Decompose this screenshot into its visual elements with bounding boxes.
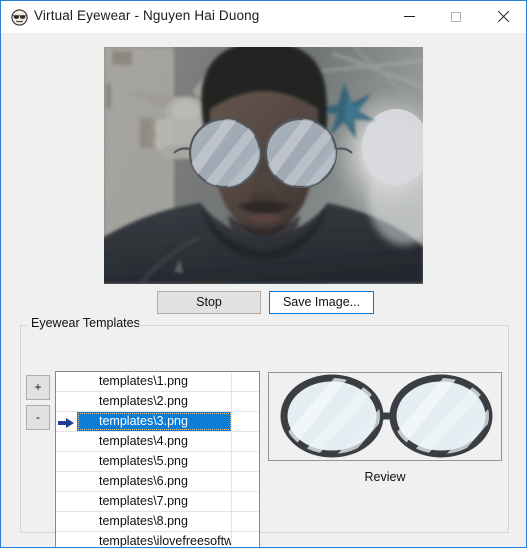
table-row[interactable]: templates\2.png	[56, 392, 259, 412]
row-spacer-cell	[232, 472, 259, 491]
row-spacer-cell	[232, 452, 259, 471]
webcam-frame	[104, 47, 423, 284]
save-image-button[interactable]: Save Image...	[269, 291, 374, 314]
row-spacer-cell	[232, 392, 259, 411]
window-title: Virtual Eyewear - Nguyen Hai Duong	[34, 8, 260, 23]
title-bar: Virtual Eyewear - Nguyen Hai Duong	[1, 1, 526, 34]
template-name-cell[interactable]: templates\5.png	[77, 452, 232, 471]
row-header[interactable]	[56, 452, 77, 471]
table-row[interactable]: templates\ilovefreesoftware...	[56, 532, 259, 547]
row-header[interactable]	[56, 532, 77, 547]
template-name-cell[interactable]: templates\2.png	[77, 392, 232, 411]
row-spacer-cell	[232, 372, 259, 391]
table-row[interactable]: templates\8.png	[56, 512, 259, 532]
template-name-cell[interactable]: templates\7.png	[77, 492, 232, 511]
current-row-arrow-icon	[57, 416, 75, 428]
review-label: Review	[364, 470, 406, 484]
table-row[interactable]: templates\6.png	[56, 472, 259, 492]
remove-template-button[interactable]: -	[26, 405, 50, 430]
table-row[interactable]: templates\7.png	[56, 492, 259, 512]
template-name-cell[interactable]: templates\1.png	[77, 372, 232, 391]
templates-grid[interactable]: templates\1.png templates\2.png template…	[55, 371, 260, 547]
eyewear-template-image	[269, 373, 501, 460]
app-window: Virtual Eyewear - Nguyen Hai Duong Stop …	[0, 0, 527, 548]
row-header[interactable]	[56, 372, 77, 391]
row-header[interactable]	[56, 492, 77, 511]
table-row-selected[interactable]: templates\3.png	[56, 412, 259, 432]
row-header[interactable]	[56, 412, 77, 431]
row-spacer-cell	[232, 492, 259, 511]
row-header[interactable]	[56, 512, 77, 531]
row-header[interactable]	[56, 392, 77, 411]
add-template-button[interactable]: +	[26, 375, 50, 400]
template-name-cell[interactable]: templates\8.png	[77, 512, 232, 531]
minimize-icon	[403, 16, 415, 17]
minimize-button[interactable]	[386, 1, 432, 32]
template-name-cell[interactable]: templates\3.png	[77, 412, 232, 431]
stop-button[interactable]: Stop	[157, 291, 261, 314]
close-icon	[497, 11, 509, 23]
row-spacer-cell	[232, 532, 259, 547]
maximize-button[interactable]	[433, 1, 479, 32]
row-spacer-cell	[232, 432, 259, 451]
eyewear-templates-title: Eyewear Templates	[27, 316, 144, 330]
webcam-preview[interactable]	[104, 47, 423, 284]
row-spacer-cell	[232, 512, 259, 531]
client-area: Stop Save Image... Eyewear Templates + -…	[1, 33, 526, 547]
row-header[interactable]	[56, 432, 77, 451]
close-button[interactable]	[480, 1, 526, 32]
table-row[interactable]: templates\4.png	[56, 432, 259, 452]
row-header[interactable]	[56, 472, 77, 491]
template-name-cell[interactable]: templates\6.png	[77, 472, 232, 491]
template-name-cell[interactable]: templates\4.png	[77, 432, 232, 451]
table-row[interactable]: templates\5.png	[56, 452, 259, 472]
template-name-cell[interactable]: templates\ilovefreesoftware...	[77, 532, 232, 547]
maximize-icon	[451, 11, 461, 22]
review-preview	[268, 372, 502, 461]
sunglasses-face-icon	[11, 9, 28, 26]
row-spacer-cell	[232, 412, 259, 431]
table-row[interactable]: templates\1.png	[56, 372, 259, 392]
